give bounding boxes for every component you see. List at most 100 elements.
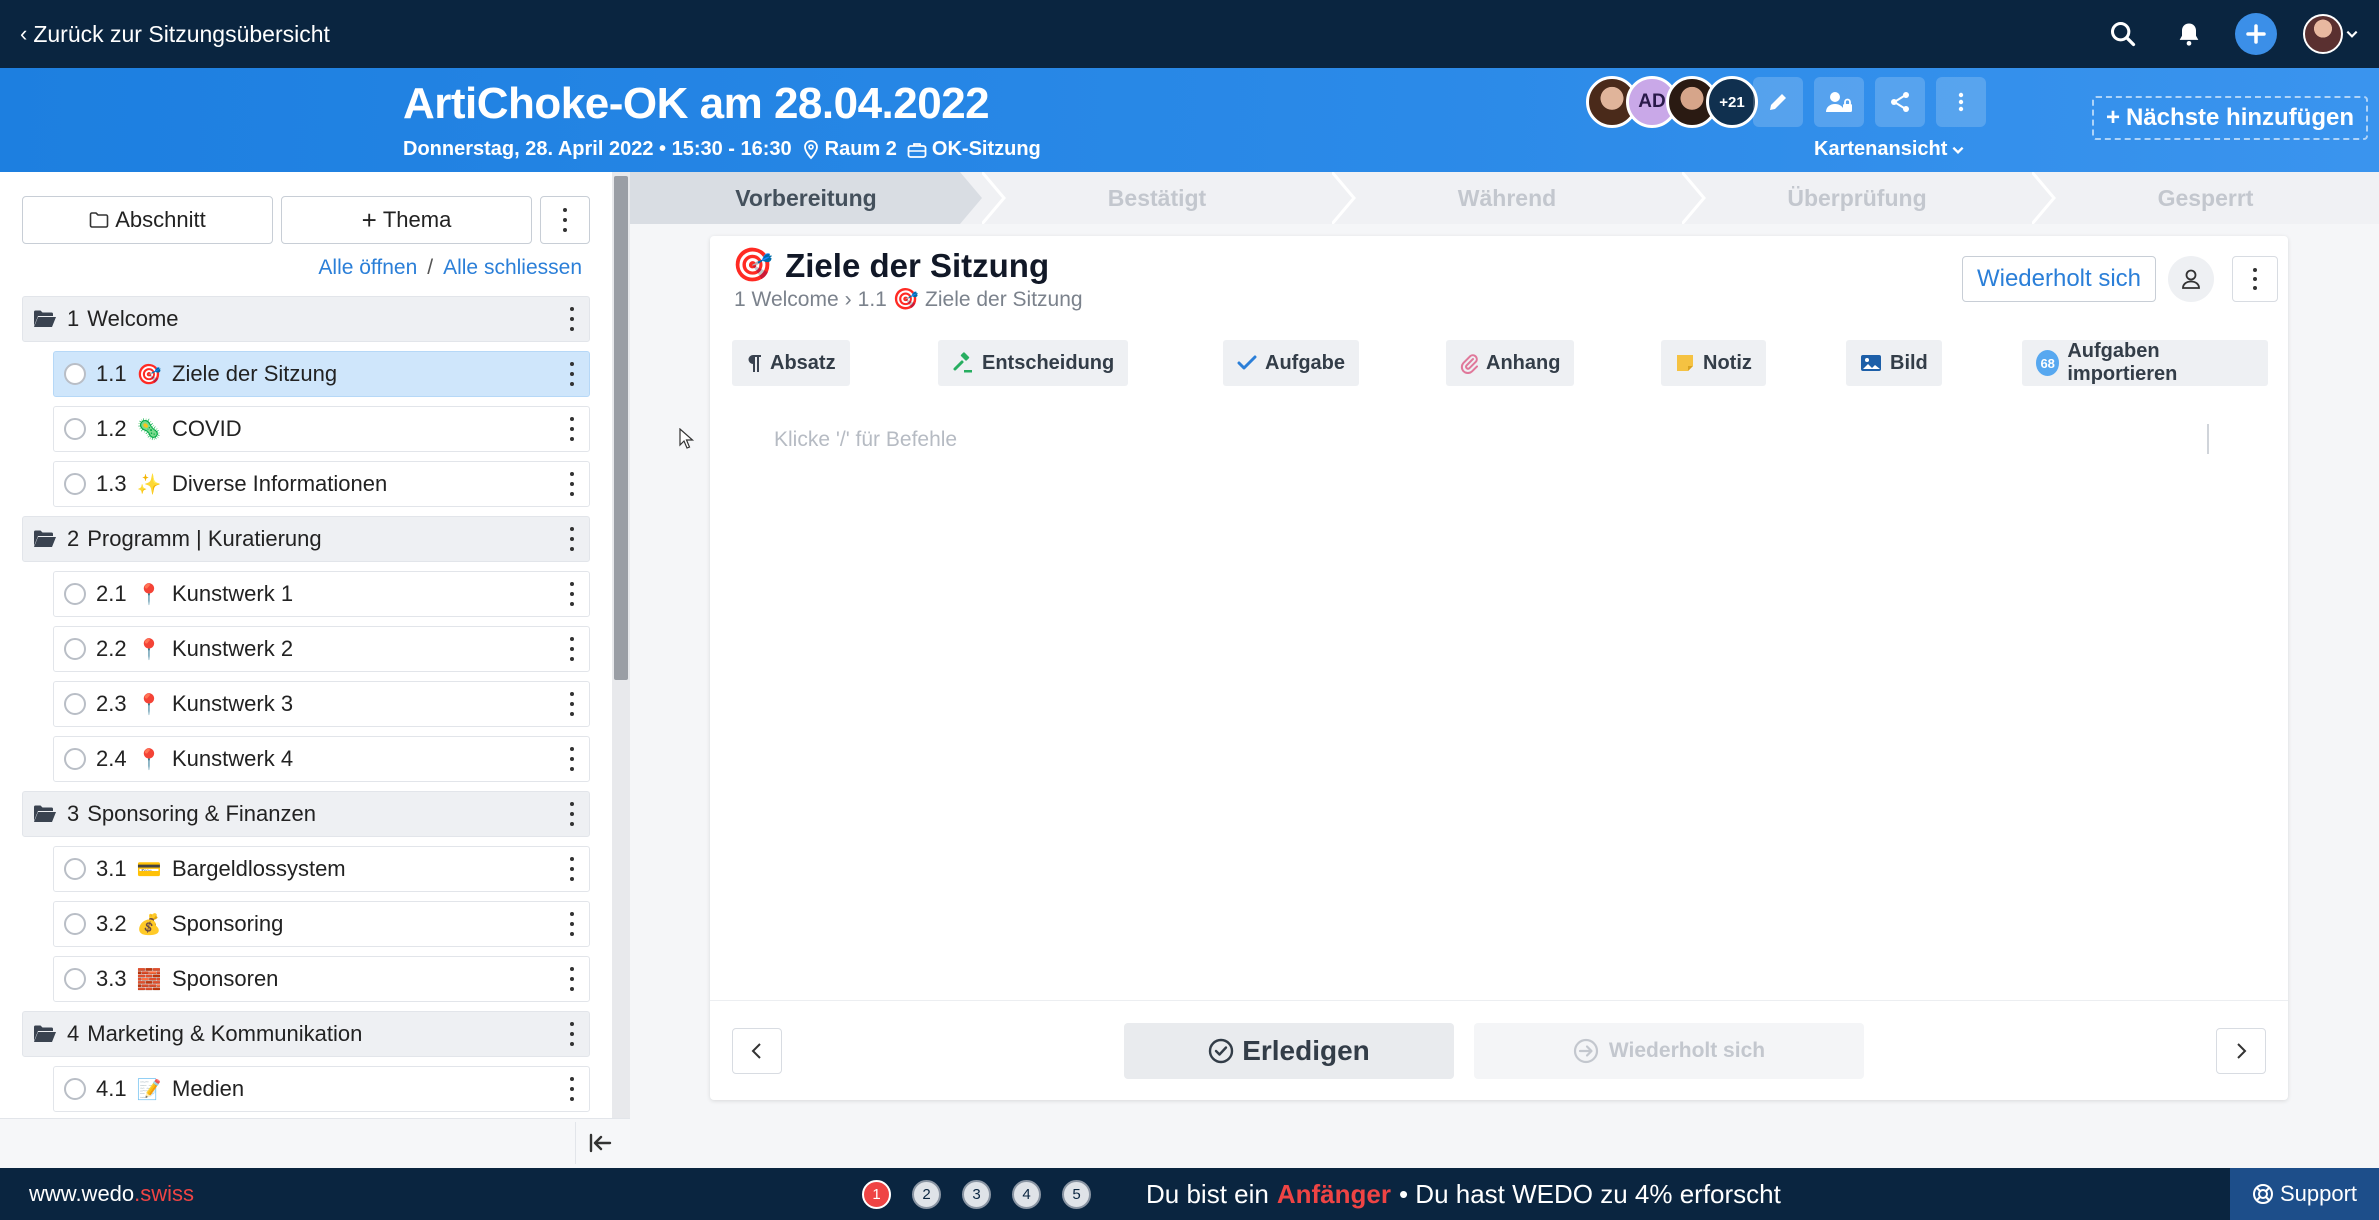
topic-status-radio[interactable]: [64, 418, 86, 440]
topic-menu-icon[interactable]: [565, 582, 579, 606]
share-button[interactable]: [1875, 77, 1925, 127]
agenda-topic[interactable]: 3.3 🧱 Sponsoren: [53, 956, 590, 1002]
repeats-button[interactable]: Wiederholt sich: [1962, 256, 2156, 302]
agenda-topic[interactable]: 3.2 💰 Sponsoring: [53, 901, 590, 947]
agenda-topic[interactable]: 2.2 📍 Kunstwerk 2: [53, 626, 590, 672]
onboarding-step[interactable]: 5: [1062, 1180, 1091, 1209]
agenda-topic[interactable]: 2.3 📍 Kunstwerk 3: [53, 681, 590, 727]
more-options-button[interactable]: [1936, 77, 1986, 127]
user-menu[interactable]: [2303, 14, 2359, 54]
topic-menu-icon[interactable]: [565, 1077, 579, 1101]
section-menu-icon[interactable]: [565, 802, 579, 826]
step-locked[interactable]: Gesperrt: [2032, 172, 2379, 224]
mark-done-button[interactable]: Erledigen: [1124, 1023, 1454, 1079]
search-icon[interactable]: [2103, 14, 2143, 54]
agenda-topic[interactable]: 1.1 🎯 Ziele der Sitzung: [53, 351, 590, 397]
agenda-section[interactable]: 4 Marketing & Kommunikation: [22, 1011, 590, 1057]
import-tasks-button[interactable]: 68 Aufgaben importieren: [2022, 340, 2268, 386]
add-topic-button[interactable]: + Thema: [281, 196, 532, 244]
step-during[interactable]: Während: [1332, 172, 1682, 224]
agenda-topic[interactable]: 3.1 💳 Bargeldlossystem: [53, 846, 590, 892]
breadcrumb-section[interactable]: 1 Welcome: [734, 288, 839, 312]
section-title: Welcome: [87, 306, 179, 331]
topic-menu-icon[interactable]: [565, 362, 579, 386]
topic-menu-icon[interactable]: [565, 967, 579, 991]
add-next-meeting-button[interactable]: + Nächste hinzufügen: [2092, 96, 2368, 140]
topic-menu-icon[interactable]: [565, 857, 579, 881]
onboarding-step[interactable]: 1: [862, 1180, 891, 1209]
add-decision-button[interactable]: Entscheidung: [938, 340, 1129, 386]
previous-topic-button[interactable]: [732, 1028, 782, 1074]
create-plus-icon[interactable]: [2235, 13, 2277, 55]
brand-logo[interactable]: www.wedo .swiss: [29, 1168, 194, 1220]
section-menu-icon[interactable]: [565, 1022, 579, 1046]
close-all-link[interactable]: Alle schliessen: [443, 256, 582, 279]
add-paragraph-button[interactable]: Absatz: [732, 340, 850, 386]
topic-status-radio[interactable]: [64, 363, 86, 385]
add-image-button[interactable]: Bild: [1846, 340, 1942, 386]
edit-meeting-button[interactable]: [1753, 77, 1803, 127]
add-note-button[interactable]: Notiz: [1661, 340, 1766, 386]
next-topic-button[interactable]: [2216, 1028, 2266, 1074]
agenda-section[interactable]: 3 Sponsoring & Finanzen: [22, 791, 590, 837]
agenda-topic[interactable]: 2.1 📍 Kunstwerk 1: [53, 571, 590, 617]
topic-status-radio[interactable]: [64, 913, 86, 935]
topic-status-radio[interactable]: [64, 473, 86, 495]
expand-collapse-links: Alle öffnen / Alle schliessen: [0, 256, 582, 280]
onboarding-step[interactable]: 3: [962, 1180, 991, 1209]
agenda-topic[interactable]: 1.2 🦠 COVID: [53, 406, 590, 452]
topic-editor[interactable]: Klicke '/' für Befehle: [774, 428, 957, 452]
topic-status-radio[interactable]: [64, 638, 86, 660]
onboarding-step[interactable]: 2: [912, 1180, 941, 1209]
sidebar-scrollbar-thumb[interactable]: [614, 176, 628, 680]
checkmark-icon: [1237, 355, 1257, 370]
section-menu-icon[interactable]: [565, 527, 579, 551]
onboarding-step[interactable]: 4: [1012, 1180, 1041, 1209]
topic-status-radio[interactable]: [64, 693, 86, 715]
topic-status-radio[interactable]: [64, 968, 86, 990]
agenda-topic[interactable]: 1.3 ✨ Diverse Informationen: [53, 461, 590, 507]
collapse-sidebar-button[interactable]: [575, 1122, 625, 1164]
bell-icon[interactable]: [2169, 14, 2209, 54]
topic-menu-icon[interactable]: [565, 912, 579, 936]
topic-menu-icon[interactable]: [565, 637, 579, 661]
topic-status-radio[interactable]: [64, 583, 86, 605]
target-emoji-icon: 🎯: [136, 363, 162, 386]
view-switcher[interactable]: Kartenansicht: [1814, 138, 1965, 161]
sidebar-more-button[interactable]: [540, 196, 590, 244]
import-count-badge: 68: [2036, 350, 2060, 376]
agenda-topic[interactable]: 2.4 📍 Kunstwerk 4: [53, 736, 590, 782]
topic-card-menu-button[interactable]: [2232, 256, 2278, 302]
open-all-link[interactable]: Alle öffnen: [318, 256, 417, 279]
briefcase-icon: [907, 142, 927, 158]
pencil-icon: [1770, 94, 1786, 110]
topic-status-radio[interactable]: [64, 858, 86, 880]
add-attachment-button[interactable]: Anhang: [1446, 340, 1575, 386]
topic-menu-icon[interactable]: [565, 692, 579, 716]
topic-menu-icon[interactable]: [565, 417, 579, 441]
participant-avatars[interactable]: AD +21: [1586, 76, 1758, 128]
step-confirmed[interactable]: Bestätigt: [982, 172, 1332, 224]
repeat-topic-button[interactable]: Wiederholt sich: [1474, 1023, 1864, 1079]
add-next-label: Nächste hinzufügen: [2126, 104, 2355, 131]
step-preparation[interactable]: Vorbereitung: [630, 172, 982, 224]
topic-status-radio[interactable]: [64, 1078, 86, 1100]
more-participants-badge[interactable]: +21: [1706, 76, 1758, 128]
level-badge: Anfänger: [1276, 1178, 1391, 1209]
step-review[interactable]: Überprüfung: [1682, 172, 2032, 224]
manage-participants-button[interactable]: [1814, 77, 1864, 127]
top-navbar: ‹ Zurück zur Sitzungsübersicht: [0, 0, 2379, 68]
agenda-section[interactable]: 1 Welcome: [22, 296, 590, 342]
add-task-button[interactable]: Aufgabe: [1223, 340, 1359, 386]
topic-menu-icon[interactable]: [565, 472, 579, 496]
user-lock-icon: [1826, 92, 1852, 112]
back-to-overview-link[interactable]: ‹ Zurück zur Sitzungsübersicht: [20, 0, 330, 68]
support-button[interactable]: Support: [2230, 1168, 2379, 1220]
topic-status-radio[interactable]: [64, 748, 86, 770]
agenda-section[interactable]: 2 Programm | Kuratierung: [22, 516, 590, 562]
section-menu-icon[interactable]: [565, 307, 579, 331]
assign-user-button[interactable]: [2168, 256, 2214, 302]
topic-menu-icon[interactable]: [565, 747, 579, 771]
agenda-topic[interactable]: 4.1 📝 Medien: [53, 1066, 590, 1112]
add-section-button[interactable]: Abschnitt: [22, 196, 273, 244]
